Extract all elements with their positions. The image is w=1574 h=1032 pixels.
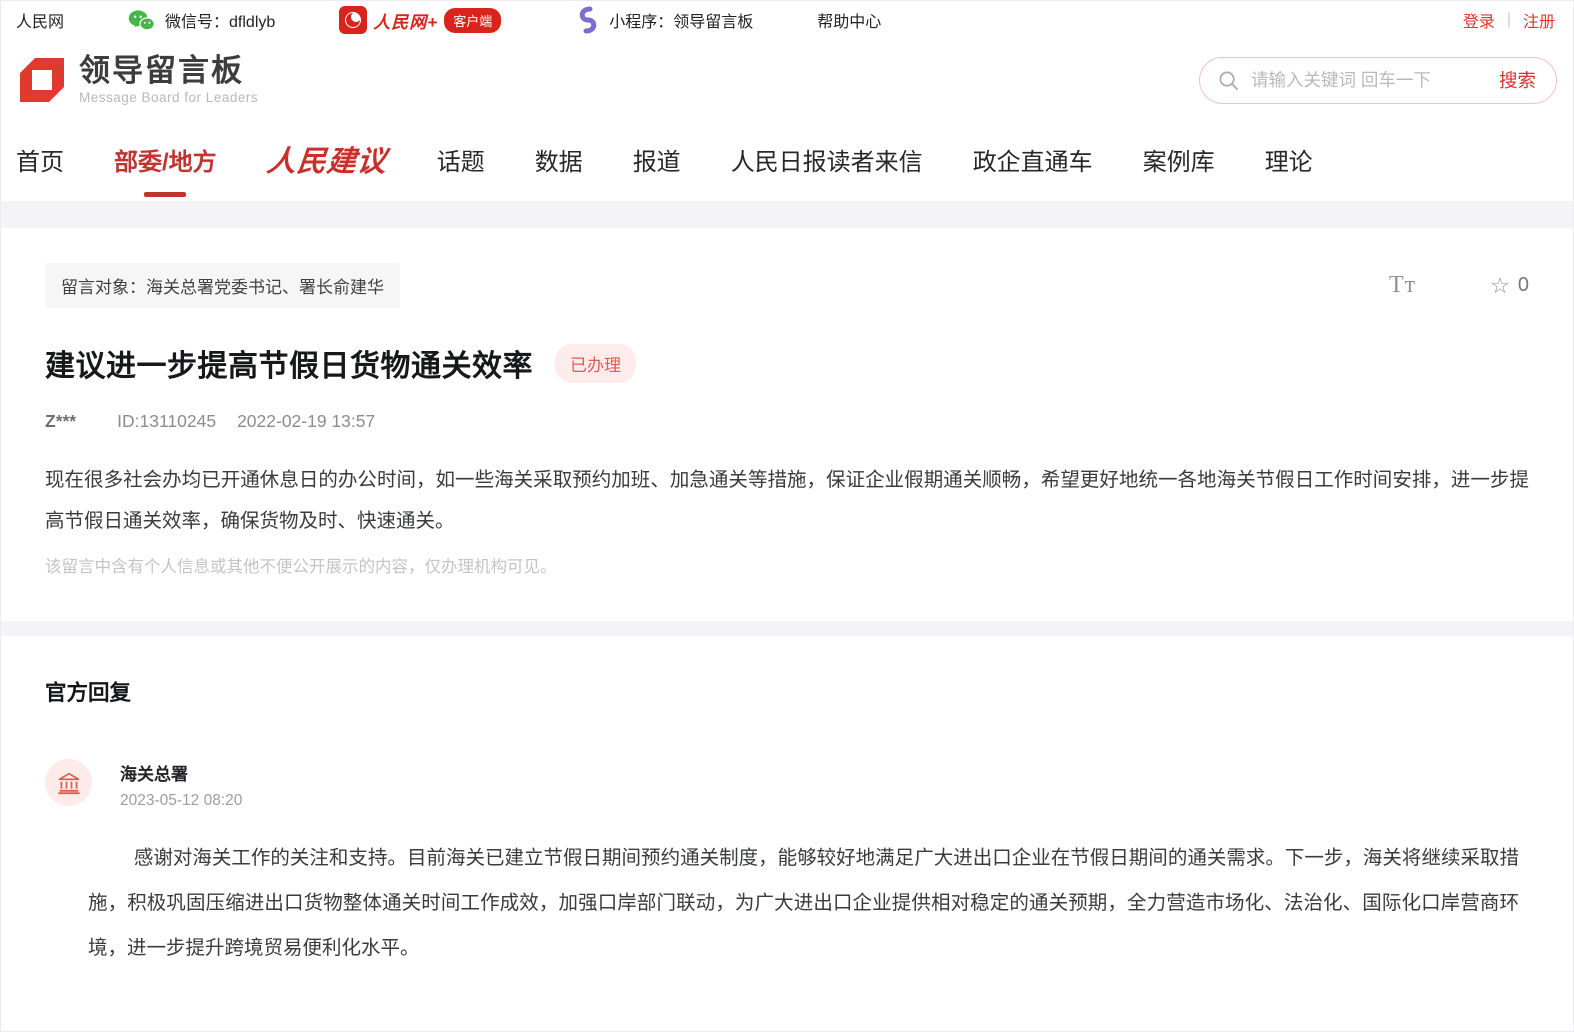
page: 人民网 微信号：dfldlyb 人民网+ 客户端 [0, 0, 1574, 1032]
site-header: 领导留言板 Message Board for Leaders 搜索 [1, 39, 1573, 121]
main-nav: 首页 部委/地方 人民建议 话题 数据 报道 人民日报读者来信 政企直通车 案例… [1, 121, 1573, 201]
message-datetime: 2022-02-19 13:57 [237, 411, 375, 432]
message-author: Z*** [45, 411, 76, 432]
logo-subtitle: Message Board for Leaders [79, 90, 258, 105]
miniprogram-label: 小程序：领导留言板 [609, 8, 753, 32]
wechat-icon [128, 9, 155, 32]
help-center-label: 帮助中心 [817, 8, 881, 32]
wechat-label: 微信号：dfldlyb [165, 8, 275, 32]
nav-item-theory[interactable]: 理论 [1265, 132, 1313, 191]
auth-links: 登录 | 注册 [1463, 8, 1555, 32]
message-tag-row: 留言对象：海关总署党委书记、署长俞建华 Tт ☆ 0 [45, 263, 1529, 308]
status-badge: 已办理 [555, 344, 636, 383]
message-title-row: 建议进一步提高节假日货物通关效率 已办理 [45, 341, 1529, 385]
message-tools: Tт ☆ 0 [1389, 272, 1529, 299]
nav-item-home[interactable]: 首页 [16, 132, 64, 191]
nav-item-gov-enterprise[interactable]: 政企直通车 [973, 132, 1093, 191]
nav-item-reader-letters[interactable]: 人民日报读者来信 [731, 132, 923, 191]
site-link-label: 人民网 [16, 8, 64, 32]
avatar [45, 759, 92, 806]
peoples-daily-app[interactable]: 人民网+ 客户端 [339, 6, 501, 34]
reply-body: 感谢对海关工作的关注和支持。目前海关已建立节假日期间预约通关制度，能够较好地满足… [88, 836, 1519, 971]
message-body: 现在很多社会办均已开通休息日的办公时间，如一些海关采取预约加班、加急通关等措施，… [45, 460, 1529, 542]
site-logo[interactable]: 领导留言板 Message Board for Leaders [16, 54, 258, 106]
wechat-info: 微信号：dfldlyb [128, 8, 275, 32]
logo-title: 领导留言板 [79, 55, 258, 88]
message-title: 建议进一步提高节假日货物通关效率 [45, 341, 533, 385]
help-center-link[interactable]: 帮助中心 [817, 8, 881, 32]
site-link-peoples-daily[interactable]: 人民网 [16, 8, 64, 32]
auth-divider: | [1507, 11, 1511, 29]
nav-item-topics[interactable]: 话题 [437, 132, 485, 191]
reply-author-block: 海关总署 2023-05-12 08:20 [120, 759, 242, 810]
divider-band [1, 621, 1573, 636]
search-icon [1218, 70, 1239, 91]
privacy-note: 该留言中含有个人信息或其他不便公开展示的内容，仅办理机构可见。 [45, 553, 1529, 577]
logo-mark-icon [16, 54, 68, 106]
reply-header: 海关总署 2023-05-12 08:20 [45, 759, 1529, 810]
peoples-daily-app-icon [339, 6, 367, 34]
reply-datetime: 2023-05-12 08:20 [120, 792, 242, 810]
top-utility-bar: 人民网 微信号：dfldlyb 人民网+ 客户端 [1, 1, 1573, 39]
login-link[interactable]: 登录 [1463, 8, 1495, 32]
government-building-icon [56, 770, 82, 796]
register-link[interactable]: 注册 [1523, 8, 1555, 32]
miniprogram-icon [575, 6, 599, 34]
star-icon: ☆ [1490, 273, 1510, 299]
peoples-daily-app-name: 人民网+ [373, 8, 438, 33]
divider-band [1, 201, 1573, 228]
reply-agency-name: 海关总署 [120, 760, 242, 785]
reply-section-heading: 官方回复 [45, 676, 1529, 707]
nav-item-case-library[interactable]: 案例库 [1143, 132, 1215, 191]
message-target-tag: 留言对象：海关总署党委书记、署长俞建华 [45, 263, 400, 308]
nav-item-ministries-local[interactable]: 部委/地方 [114, 132, 217, 191]
message-meta-row: Z*** ID:13110245 2022-02-19 13:57 [45, 411, 1529, 432]
font-size-icon[interactable]: Tт [1389, 272, 1416, 299]
search-box: 搜索 [1199, 57, 1557, 104]
miniprogram-info[interactable]: 小程序：领导留言板 [575, 6, 753, 34]
official-reply-section: 官方回复 海关总署 2023-05-12 08:20 感谢对海关工作的关注和支持… [1, 636, 1573, 1031]
message-id: ID:13110245 [117, 411, 216, 432]
nav-item-data[interactable]: 数据 [535, 132, 583, 191]
search-button[interactable]: 搜索 [1499, 67, 1536, 93]
search-input[interactable] [1251, 70, 1499, 91]
nav-item-reports[interactable]: 报道 [633, 132, 681, 191]
star-count: 0 [1518, 274, 1529, 297]
message-detail-section: 留言对象：海关总署党委书记、署长俞建华 Tт ☆ 0 建议进一步提高节假日货物通… [1, 228, 1573, 621]
logo-text: 领导留言板 Message Board for Leaders [79, 55, 258, 105]
app-client-badge: 客户端 [444, 8, 501, 33]
favorite-control[interactable]: ☆ 0 [1490, 273, 1529, 299]
nav-item-peoples-suggestions[interactable]: 人民建议 [263, 128, 390, 194]
